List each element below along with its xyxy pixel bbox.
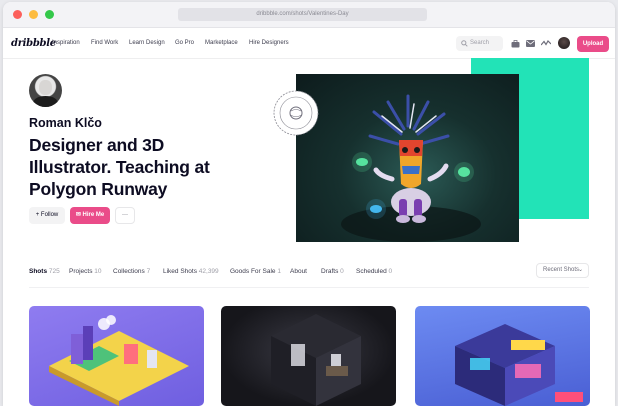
shot-card[interactable] (29, 306, 204, 406)
close-window-button[interactable] (13, 10, 22, 19)
isometric-shop-illustration (455, 324, 583, 406)
tabs-divider (29, 287, 589, 288)
nav-link-inspiration[interactable]: Inspiration (52, 40, 80, 46)
search-placeholder: Search (470, 40, 490, 46)
isometric-city-illustration (49, 315, 189, 406)
browser-titlebar: dribbble.com/shots/Valentines-Day (3, 2, 615, 28)
seal-badge-icon (273, 90, 319, 136)
isometric-room-illustration (271, 314, 361, 406)
nav-link-go-pro[interactable]: Go Pro (175, 40, 194, 46)
browser-window: dribbble.com/shots/Valentines-Day dribbb… (3, 2, 615, 406)
profile-name: Roman Klčo (29, 116, 102, 130)
tab-shots[interactable]: Shots 725 (29, 268, 60, 275)
address-bar[interactable]: dribbble.com/shots/Valentines-Day (178, 8, 427, 21)
follow-button[interactable]: + Follow (29, 207, 65, 224)
sort-dropdown[interactable]: Recent Shots ⌄ (536, 263, 589, 278)
maximize-window-button[interactable] (45, 10, 54, 19)
dribbble-logo[interactable]: dribbble (11, 38, 56, 49)
briefcase-icon[interactable] (511, 40, 520, 48)
profile-tabs: Shots 725 Projects 10 Collections 7 Like… (29, 268, 589, 288)
top-nav: dribbble Inspiration Find Work Learn Des… (3, 28, 615, 59)
chevron-down-icon: ⌄ (577, 267, 583, 273)
user-avatar[interactable] (558, 37, 570, 49)
profile-headline: Designer and 3D Illustrator. Teaching at… (29, 135, 210, 199)
tab-goods-for-sale[interactable]: Goods For Sale 1 (230, 268, 281, 275)
upload-button[interactable]: Upload (577, 36, 609, 52)
nav-link-find-work[interactable]: Find Work (91, 40, 118, 46)
mail-icon[interactable] (526, 40, 535, 47)
shot-card[interactable] (415, 306, 590, 406)
hire-me-button[interactable]: ✉ Hire Me (70, 207, 110, 224)
more-options-button[interactable]: ··· (115, 207, 135, 224)
nav-link-learn-design[interactable]: Learn Design (129, 40, 165, 46)
sort-dropdown-label: Recent Shots (543, 267, 580, 273)
nav-link-hire-designers[interactable]: Hire Designers (249, 40, 289, 46)
hero-shot-image[interactable] (296, 74, 519, 242)
nav-link-marketplace[interactable]: Marketplace (205, 40, 238, 46)
tab-projects[interactable]: Projects 10 (69, 268, 102, 275)
activity-icon[interactable] (541, 40, 551, 47)
tab-drafts[interactable]: Drafts 0 (321, 268, 344, 275)
search-icon (461, 40, 468, 47)
profile-avatar (29, 74, 62, 107)
minimize-window-button[interactable] (29, 10, 38, 19)
tab-scheduled[interactable]: Scheduled 0 (356, 268, 392, 275)
shot-card[interactable] (221, 306, 396, 406)
tab-liked-shots[interactable]: Liked Shots 42,399 (163, 268, 219, 275)
search-input[interactable]: Search (456, 36, 503, 51)
tribal-mask-character-illustration (341, 94, 481, 242)
tab-about[interactable]: About (290, 268, 307, 275)
tab-collections[interactable]: Collections 7 (113, 268, 150, 275)
